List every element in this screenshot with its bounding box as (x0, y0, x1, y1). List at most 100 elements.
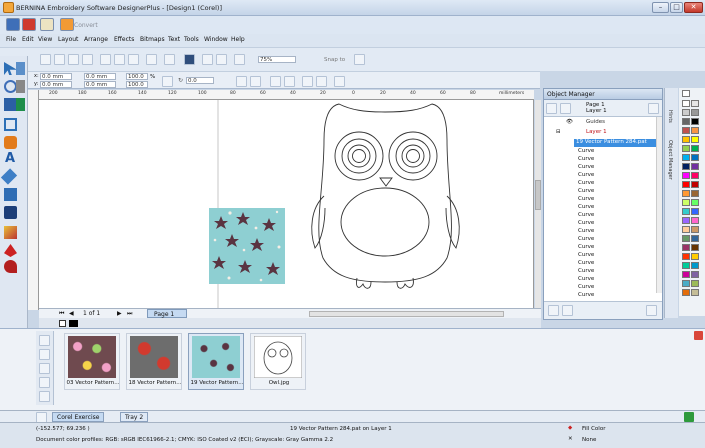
convert-to-curves-icon[interactable] (334, 76, 345, 87)
color-swatch[interactable] (691, 172, 699, 179)
color-swatch[interactable] (691, 190, 699, 197)
paste-icon[interactable] (128, 54, 139, 65)
color-swatch[interactable] (682, 271, 690, 278)
color-swatch[interactable] (682, 199, 690, 206)
prev-page-icon[interactable]: ◀ (69, 310, 74, 317)
app-launcher-icon[interactable] (234, 54, 245, 65)
color-swatch[interactable] (691, 208, 699, 215)
selected-object-label[interactable]: 19 Vector Pattern 284.pat (576, 139, 647, 146)
color-swatch[interactable] (691, 118, 699, 125)
curve-item[interactable]: Curve (578, 172, 594, 179)
tab-tray-2[interactable]: Tray 2 (120, 412, 149, 422)
curve-item[interactable]: Curve (578, 196, 594, 203)
next-page-icon[interactable]: ▶ (117, 310, 122, 317)
curve-item[interactable]: Curve (578, 244, 594, 251)
color-swatch[interactable] (691, 163, 699, 170)
curve-item[interactable]: Curve (578, 220, 594, 227)
layer-1-item[interactable]: Layer 1 (586, 129, 607, 136)
tray-import-icon[interactable] (39, 335, 50, 346)
outline-swatch[interactable] (59, 320, 66, 327)
tray-options-icon[interactable] (39, 391, 50, 402)
color-swatch[interactable] (691, 244, 699, 251)
trim-icon[interactable] (302, 76, 313, 87)
curve-item[interactable]: Curve (578, 164, 594, 171)
intersect-icon[interactable] (316, 76, 327, 87)
mirror-vertical-icon[interactable] (250, 76, 261, 87)
transform-tool-icon[interactable] (16, 62, 25, 75)
tab-page-1[interactable]: Page 1 (147, 309, 187, 318)
show-properties-icon[interactable] (560, 103, 571, 114)
menu-effects[interactable]: Effects (114, 36, 134, 43)
menu-layout[interactable]: Layout (58, 36, 78, 43)
y-position-field[interactable]: 0.0 mm (40, 81, 72, 88)
horizontal-scrollbar[interactable] (309, 311, 504, 317)
import-icon[interactable] (202, 54, 213, 65)
options-arrow-icon[interactable] (648, 103, 659, 114)
owl-outline-drawing[interactable] (311, 103, 460, 289)
fill-tool-icon[interactable] (4, 260, 17, 273)
tray-copy-icon[interactable] (39, 363, 50, 374)
menu-file[interactable]: File (6, 36, 16, 43)
parallel-dimension-icon[interactable] (0, 168, 18, 185)
eyedropper-icon[interactable] (4, 226, 17, 239)
color-swatch[interactable] (682, 235, 690, 242)
tray-item-selected[interactable]: 19 Vector Pattern... (188, 333, 244, 390)
color-swatch[interactable] (682, 136, 690, 143)
align-icon[interactable] (270, 76, 281, 87)
object-manager-scrollbar[interactable] (656, 117, 662, 293)
eye-icon[interactable]: 👁 (566, 119, 573, 126)
no-color-swatch[interactable] (682, 90, 690, 97)
menu-arrange[interactable]: Arrange (84, 36, 108, 43)
fill-color-label[interactable]: Fill Color (582, 426, 605, 432)
scale-height-field[interactable]: 100.0 (126, 81, 148, 88)
minimize-button[interactable]: – (652, 2, 669, 13)
curve-item[interactable]: Curve (578, 156, 594, 163)
tab-object-manager[interactable]: Object Manager (667, 140, 673, 180)
menu-tools[interactable]: Tools (184, 36, 199, 43)
convert-label[interactable]: Convert (74, 22, 98, 29)
menu-bitmaps[interactable]: Bitmaps (140, 36, 165, 43)
maximize-button[interactable]: □ (670, 2, 683, 13)
mirror-horizontal-icon[interactable] (236, 76, 247, 87)
interactive-blend-icon[interactable] (4, 188, 17, 201)
color-swatch[interactable] (691, 271, 699, 278)
delete-icon[interactable] (646, 305, 657, 316)
fill-swatch[interactable] (69, 320, 78, 327)
open-icon[interactable] (54, 54, 65, 65)
text-tool-icon[interactable]: A (5, 151, 15, 166)
curve-item[interactable]: Curve (578, 204, 594, 211)
undo-icon[interactable] (146, 54, 157, 65)
x-position-field[interactable]: 0.0 mm (40, 73, 72, 80)
outline-pen-icon[interactable] (4, 244, 17, 257)
polygon-tool-icon[interactable] (4, 136, 17, 149)
tray-item[interactable]: Owl.jpg (250, 333, 306, 390)
color-swatch[interactable] (682, 154, 690, 161)
color-swatch[interactable] (682, 280, 690, 287)
color-swatch[interactable] (682, 244, 690, 251)
menu-view[interactable]: View (38, 36, 52, 43)
curve-item[interactable]: Curve (578, 284, 594, 291)
guides-layer[interactable]: Guides (586, 119, 605, 126)
color-swatch[interactable] (691, 181, 699, 188)
tray-item[interactable]: 18 Vector Pattern... (126, 333, 182, 390)
menu-help[interactable]: Help (231, 36, 245, 43)
angle-field[interactable]: 0.0 (186, 77, 214, 84)
tray-close-icon[interactable] (694, 331, 703, 340)
curve-item[interactable]: Curve (578, 148, 594, 155)
color-swatch[interactable] (682, 226, 690, 233)
artwork-icon[interactable] (40, 18, 54, 31)
layer-manager-view-icon[interactable] (546, 103, 557, 114)
color-swatch[interactable] (682, 118, 690, 125)
tray-delete-icon[interactable] (39, 377, 50, 388)
color-swatch[interactable] (691, 235, 699, 242)
curve-item[interactable]: Curve (578, 188, 594, 195)
save-icon[interactable] (68, 54, 79, 65)
first-page-icon[interactable]: ⏮ (59, 310, 64, 318)
curve-item[interactable]: Curve (578, 260, 594, 267)
color-swatch[interactable] (691, 280, 699, 287)
print-icon[interactable] (82, 54, 93, 65)
tab-corel-exercise[interactable]: Corel Exercise (52, 412, 105, 422)
color-swatch[interactable] (682, 262, 690, 269)
color-swatch[interactable] (691, 289, 699, 296)
tab-hints[interactable]: Hints (667, 110, 673, 123)
